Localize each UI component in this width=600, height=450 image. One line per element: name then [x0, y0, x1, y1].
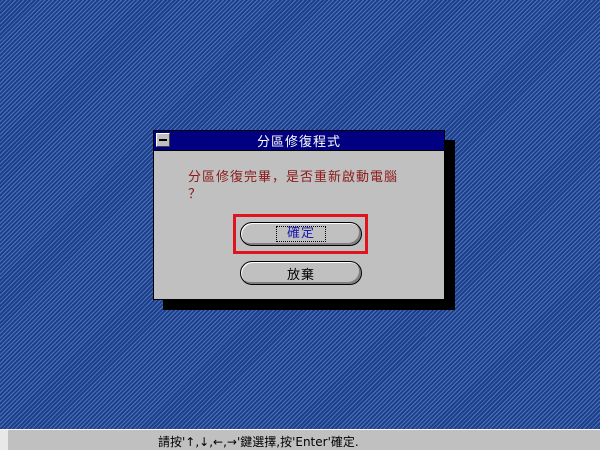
dialog-title-bar: 分區修復程式	[154, 131, 444, 151]
system-menu-icon[interactable]	[156, 133, 170, 147]
cancel-button-label: 放棄	[286, 267, 315, 283]
ok-button-label: 確定	[275, 226, 326, 242]
dialog-message-line2: ？	[188, 187, 203, 202]
status-bar-edge	[0, 430, 8, 450]
status-bar-text: 請按'↑,↓,←,→'鍵選擇,按'Enter'確定.	[158, 435, 359, 449]
status-bar: 請按'↑,↓,←,→'鍵選擇,按'Enter'確定.	[0, 429, 600, 450]
dialog-message-line1: 分區修復完畢，是否重新啟動電腦	[188, 170, 399, 185]
system-menu-bar	[159, 139, 167, 141]
cancel-button[interactable]: 放棄	[240, 261, 362, 285]
dialog-title: 分區修復程式	[256, 135, 341, 150]
ok-button[interactable]: 確定	[240, 222, 362, 246]
dialog-message: 分區修復完畢，是否重新啟動電腦 ？	[188, 169, 438, 203]
repair-dialog: 分區修復程式 分區修復完畢，是否重新啟動電腦 ？ 確定 放棄	[153, 130, 445, 300]
